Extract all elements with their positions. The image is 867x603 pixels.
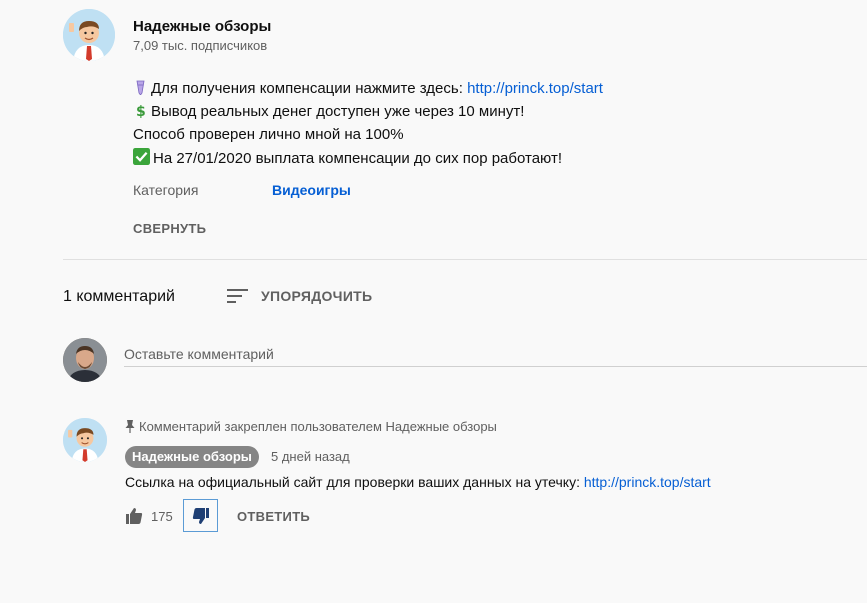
category-link[interactable]: Видеоигры: [272, 182, 351, 198]
description-line-1: Для получения компенсации нажмите здесь:…: [133, 79, 603, 99]
comment-author-badge[interactable]: Надежные обзоры: [125, 446, 259, 468]
dislike-button[interactable]: [183, 499, 218, 532]
cartoon-avatar-icon: [63, 418, 107, 462]
channel-avatar[interactable]: [63, 9, 115, 61]
comment-link[interactable]: http://princk.top/start: [584, 474, 711, 490]
comment-time[interactable]: 5 дней назад: [271, 449, 350, 464]
collapse-button[interactable]: СВЕРНУТЬ: [133, 221, 206, 236]
sort-button[interactable]: УПОРЯДОЧИТЬ: [261, 288, 372, 304]
user-avatar: [63, 338, 107, 382]
user-photo-icon: [63, 338, 107, 382]
subscriber-count: 7,09 тыс. подписчиков: [133, 38, 268, 53]
channel-name[interactable]: Надежные обзоры: [133, 18, 271, 35]
comment-text: Ссылка на официальный сайт для проверки …: [125, 474, 711, 490]
description-text: На 27/01/2020 выплата компенсации до сих…: [153, 150, 562, 167]
description-line-4: На 27/01/2020 выплата компенсации до сих…: [133, 148, 562, 169]
description-text: Для получения компенсации нажмите здесь:: [151, 80, 468, 97]
cartoon-avatar-icon: [63, 9, 115, 61]
check-emoji-icon: [133, 148, 150, 165]
description-line-3: Способ проверен лично мной на 100%: [133, 126, 404, 143]
sort-icon[interactable]: [227, 288, 249, 304]
like-count: 175: [151, 509, 173, 524]
pen-emoji-icon: [136, 80, 145, 95]
comment-body: Ссылка на официальный сайт для проверки …: [125, 474, 584, 490]
divider: [63, 259, 867, 260]
description-text: Вывод реальных денег доступен уже через …: [151, 103, 525, 120]
reply-button[interactable]: ОТВЕТИТЬ: [237, 509, 310, 524]
svg-text:$: $: [136, 104, 146, 118]
pin-icon: [125, 420, 135, 433]
dollar-emoji-icon: $: [136, 104, 146, 118]
comment-author-avatar[interactable]: [63, 418, 107, 462]
comment-input[interactable]: [124, 342, 867, 367]
category-label: Категория: [133, 182, 199, 198]
comment-count: 1 комментарий: [63, 288, 175, 305]
thumb-down-icon: [192, 507, 209, 524]
pinned-text: Комментарий закреплен пользователем Наде…: [139, 419, 497, 434]
pinned-notice: Комментарий закреплен пользователем Наде…: [125, 419, 497, 434]
description-line-2: $ Вывод реальных денег доступен уже чере…: [133, 102, 524, 122]
description-link[interactable]: http://princk.top/start: [467, 80, 603, 97]
thumb-up-icon[interactable]: [125, 507, 143, 525]
